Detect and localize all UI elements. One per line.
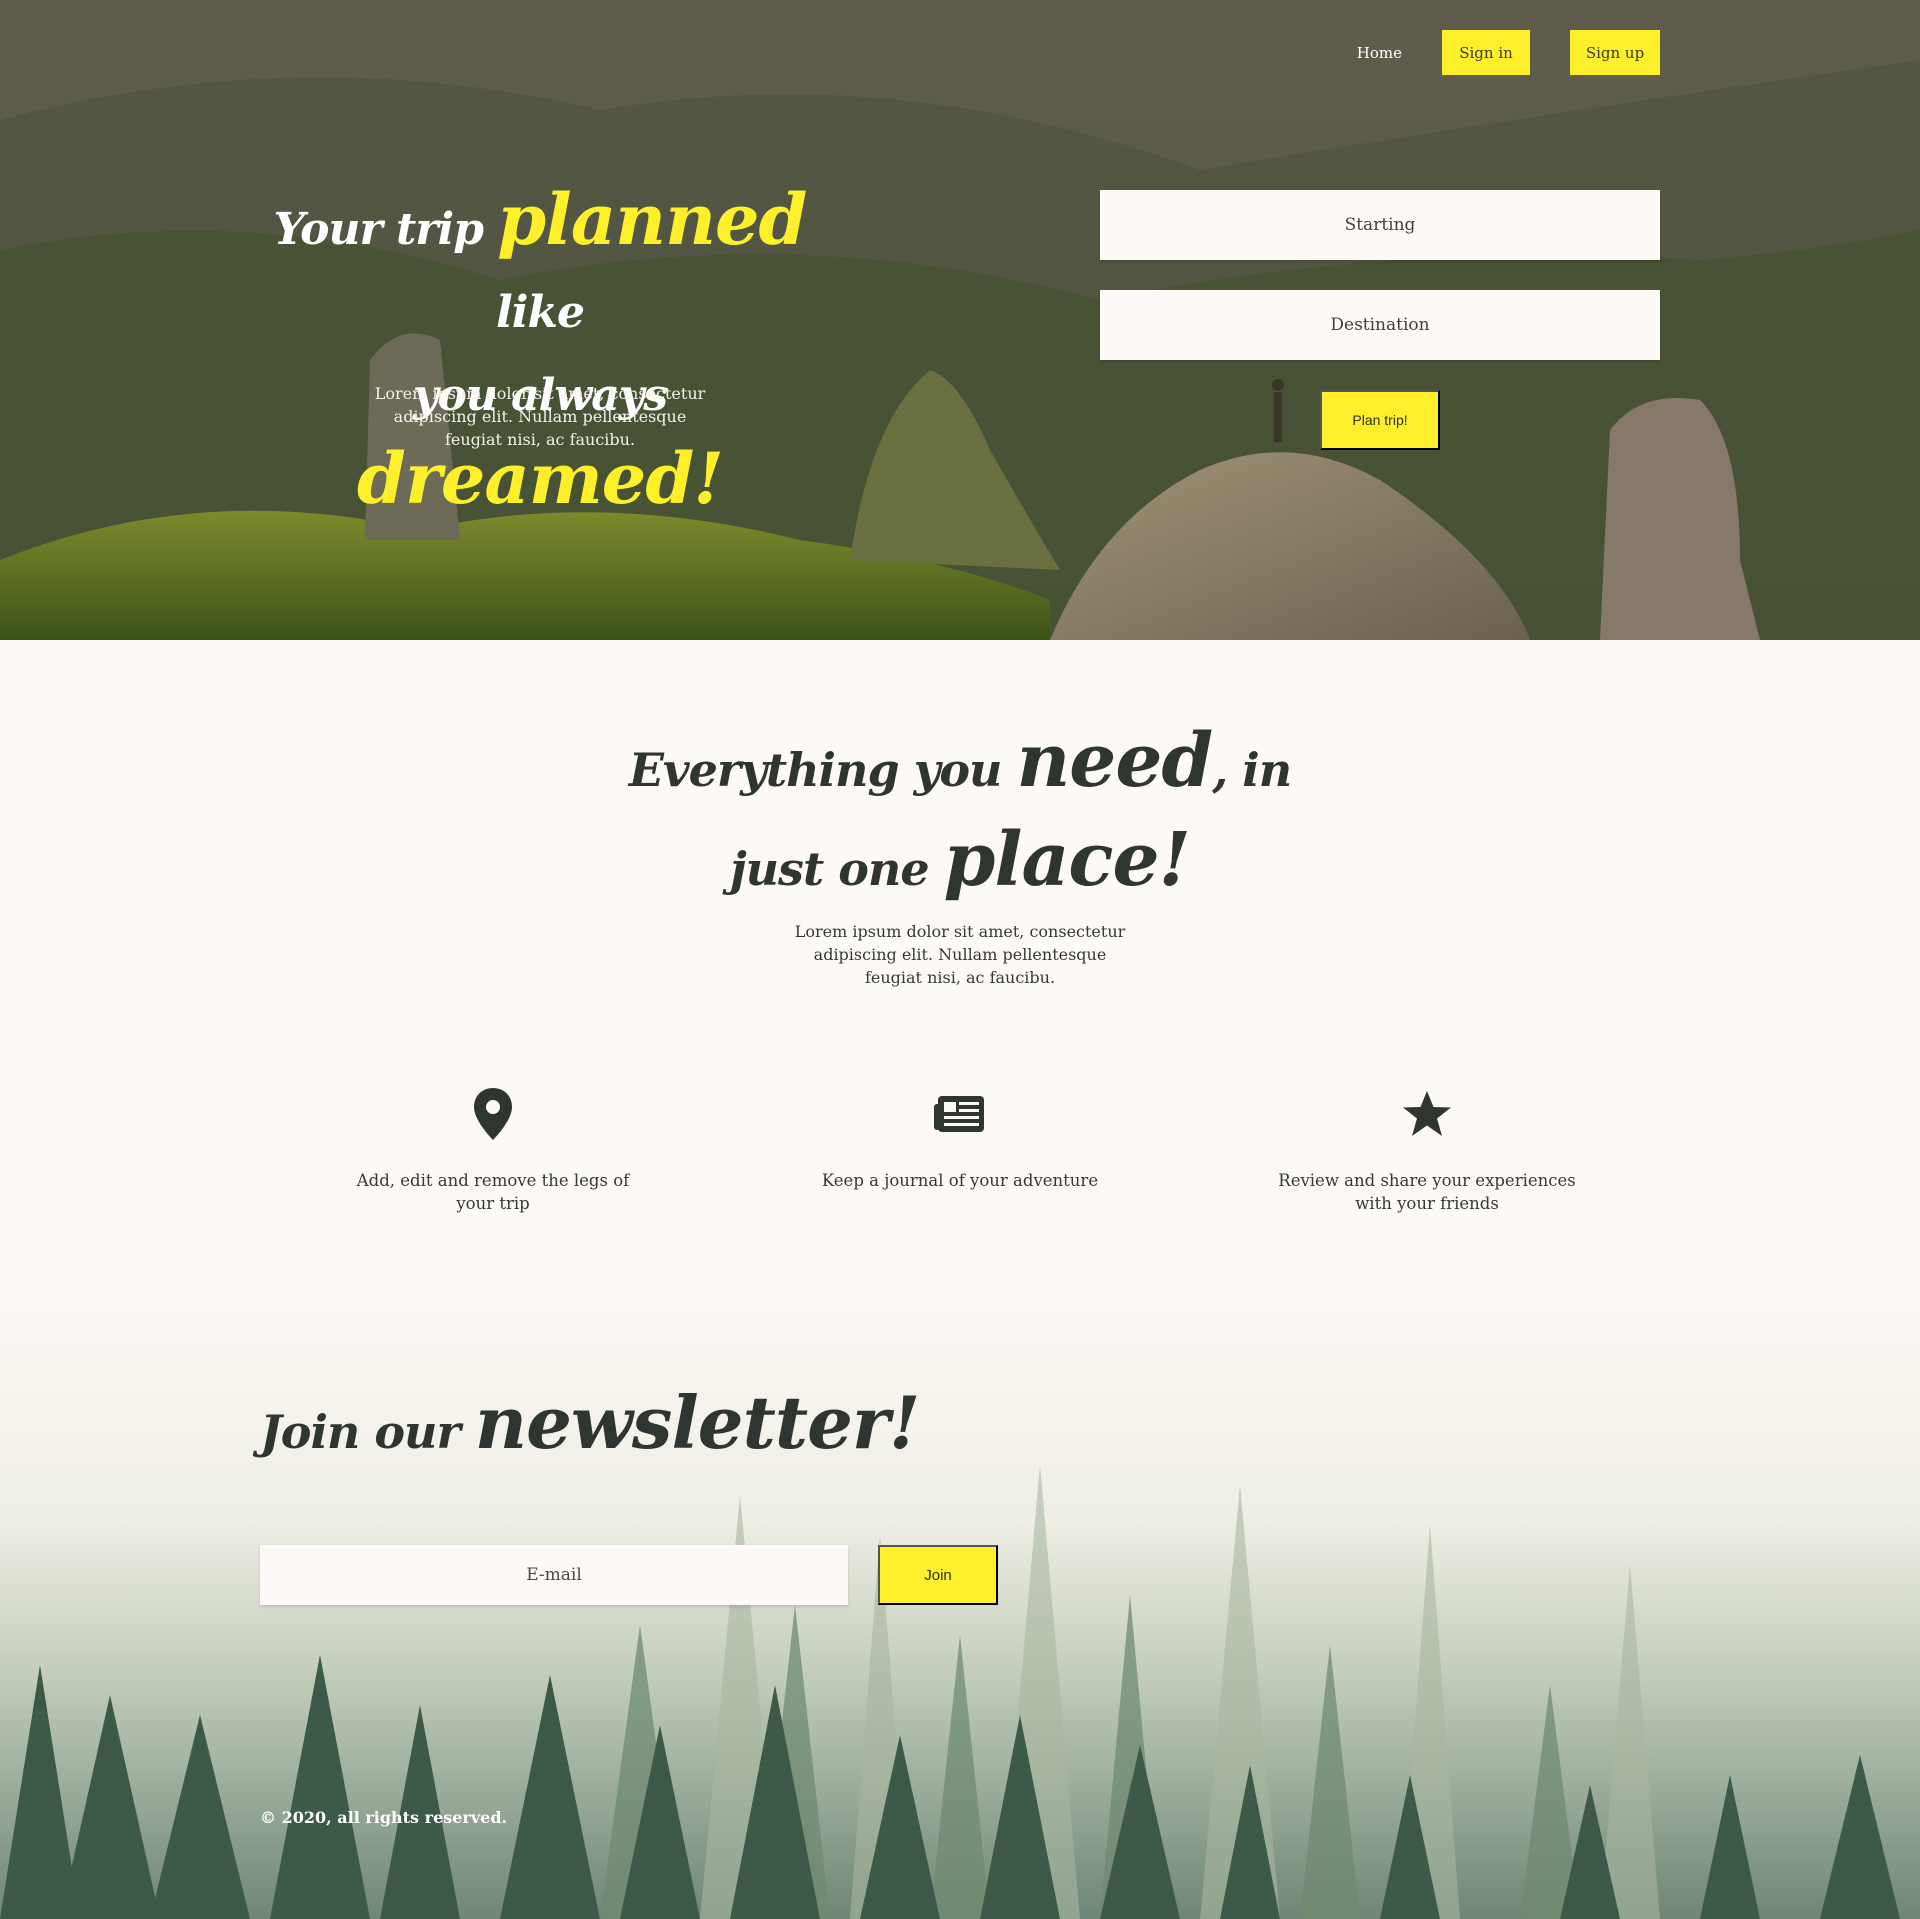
starting-input[interactable]: Starting	[1100, 190, 1660, 260]
features-title-part1: Everything you	[628, 743, 1017, 797]
feature-label: Review and share your experiences with y…	[1278, 1171, 1576, 1213]
features-title-part3: just one	[729, 842, 944, 896]
feature-label: Keep a journal of your adventure	[821, 1171, 1099, 1190]
hero-title: Your trip planned like you always dreame…	[230, 180, 850, 532]
features-title-highlight-place: place!	[943, 817, 1191, 903]
top-navigation: Home Sign in Sign up	[1357, 30, 1660, 75]
newsletter-title: Join our newsletter!	[260, 1380, 960, 1465]
map-marker-icon	[343, 1085, 643, 1143]
star-icon	[1277, 1085, 1577, 1143]
hero-title-part2: like	[496, 287, 585, 338]
features-title: Everything you need, in just one place!	[560, 720, 1360, 918]
hero-title-part1: Your trip	[273, 204, 498, 255]
feature-label: Add, edit and remove the legs of your tr…	[356, 1171, 630, 1213]
join-newsletter-button[interactable]: Join	[878, 1545, 998, 1605]
hero-title-highlight-planned: planned	[497, 178, 807, 261]
features-description: Lorem ipsum dolor sit amet, consectetur …	[794, 922, 1126, 987]
feature-trip-legs: Add, edit and remove the legs of your tr…	[343, 1085, 643, 1215]
features-title-part2: , in	[1212, 743, 1292, 797]
footer-copyright: © 2020, all rights reserved.	[260, 1808, 508, 1827]
hero-description: Lorem ipsum dolor sit amet, consectetur …	[374, 384, 706, 449]
email-input[interactable]: E-mail	[260, 1545, 848, 1605]
sign-in-button[interactable]: Sign in	[1442, 30, 1530, 75]
feature-reviews: Review and share your experiences with y…	[1277, 1085, 1577, 1215]
plan-trip-button[interactable]: Plan trip!	[1320, 390, 1440, 450]
destination-input[interactable]: Destination	[1100, 290, 1660, 360]
feature-journal: Keep a journal of your adventure	[810, 1085, 1110, 1192]
newsletter-title-highlight: newsletter!	[474, 1380, 921, 1465]
sign-up-button[interactable]: Sign up	[1570, 30, 1660, 75]
features-title-highlight-need: need	[1016, 718, 1214, 804]
newsletter-title-part1: Join our	[260, 1405, 475, 1459]
newspaper-icon	[810, 1085, 1110, 1143]
nav-home-link[interactable]: Home	[1357, 44, 1402, 62]
